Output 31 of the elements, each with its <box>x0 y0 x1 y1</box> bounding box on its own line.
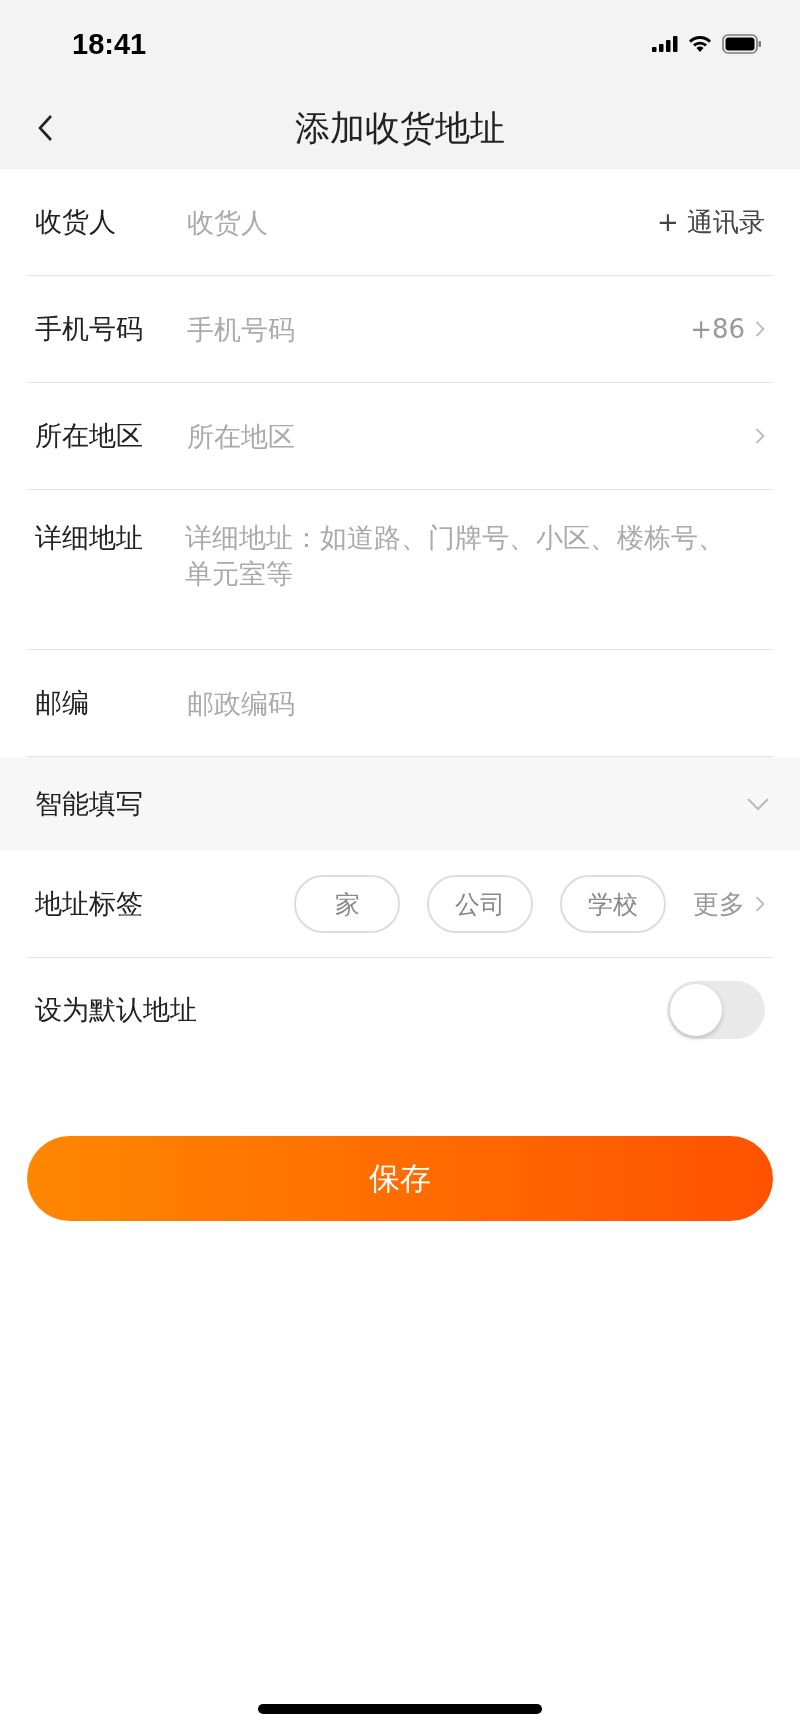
toggle-switch[interactable] <box>667 981 765 1039</box>
chevron-right-icon[interactable] <box>755 895 765 913</box>
field-label: 收货人 <box>35 205 117 239</box>
country-code[interactable]: +86 <box>690 314 745 344</box>
more-link[interactable]: 更多 <box>693 886 745 922</box>
contacts-link[interactable]: + 通讯录 <box>656 204 765 240</box>
status-time: 18:41 <box>72 27 147 61</box>
field-label: 详细地址 <box>35 521 144 555</box>
input-field[interactable]: 收货人 <box>185 205 647 239</box>
field-label: 手机号码 <box>35 312 144 346</box>
input-field[interactable]: 所在地区 <box>185 419 745 453</box>
field-label: 所在地区 <box>35 419 144 453</box>
field-label: 地址标签 <box>35 887 144 921</box>
tag-chip[interactable]: 家 <box>294 875 400 933</box>
chevron-right-icon[interactable] <box>755 427 765 445</box>
smart-fill-bar[interactable]: 智能填写 <box>0 757 800 851</box>
tag-chip[interactable]: 学校 <box>560 875 666 933</box>
field-label: 邮编 <box>35 686 90 720</box>
field-label: 设为默认地址 <box>35 993 197 1027</box>
page-title: 添加收货地址 <box>295 107 505 150</box>
tag-chip[interactable]: 公司 <box>427 875 533 933</box>
input-field[interactable]: 详细地址：如道路、门牌号、小区、楼栋号、单元室等 <box>185 520 745 620</box>
input-field[interactable]: 邮政编码 <box>185 686 765 720</box>
wifi-icon <box>688 35 712 53</box>
back-icon[interactable] <box>37 114 53 142</box>
battery-icon <box>722 34 762 54</box>
save-button[interactable]: 保存 <box>27 1136 773 1221</box>
input-field[interactable]: 手机号码 <box>185 312 681 346</box>
signal-icon <box>652 36 678 52</box>
chevron-right-icon[interactable] <box>755 320 765 338</box>
smart-fill-label: 智能填写 <box>35 787 143 821</box>
